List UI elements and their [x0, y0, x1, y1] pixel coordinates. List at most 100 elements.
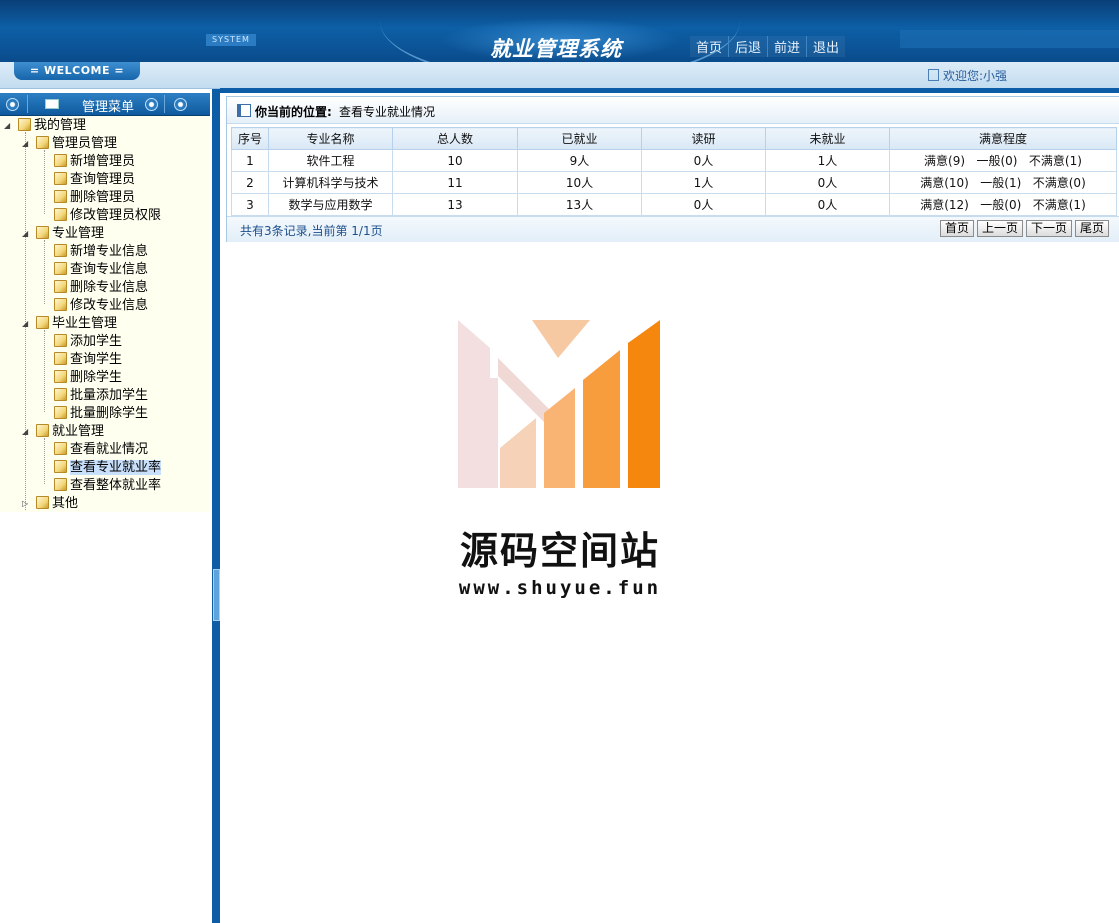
column-header: 总人数 — [392, 127, 518, 150]
table-cell: 1人 — [765, 149, 890, 172]
pager-info: 共有3条记录,当前第 1/1页 — [240, 224, 383, 238]
folder-icon — [54, 172, 67, 185]
first-page-button[interactable]: 首页 — [939, 220, 974, 237]
tree-item[interactable]: 添加学生 — [54, 333, 122, 351]
tree-item-label: 批量添加学生 — [70, 388, 149, 403]
tree-item[interactable]: 查询专业信息 — [54, 261, 148, 279]
collapse-arrow-icon[interactable]: ◢ — [22, 140, 29, 148]
column-header: 读研 — [641, 127, 766, 150]
tree-item[interactable]: 新增管理员 — [54, 153, 135, 171]
system-tag: SYSTEM — [206, 34, 256, 46]
table-row: 2 计算机科学与技术 11 10人 1人 0人 满意(10) 一般(1) 不满意(0) — [231, 171, 1117, 194]
folder-icon — [54, 352, 67, 365]
table-cell: 9人 — [517, 149, 642, 172]
expand-arrow-icon[interactable]: ▷ — [22, 500, 29, 508]
folder-icon — [54, 190, 67, 203]
pager-buttons: 首页 上一页 下一页 尾页 — [937, 220, 1109, 237]
tree-group-3[interactable]: ◢ 就业管理 — [22, 423, 104, 441]
collapse-arrow-icon[interactable]: ◢ — [22, 428, 29, 436]
tree-group-1[interactable]: ◢ 专业管理 — [22, 225, 105, 243]
tree-item-label: 删除管理员 — [70, 190, 136, 205]
folder-icon — [36, 226, 49, 239]
tree-item[interactable]: 批量删除学生 — [54, 405, 148, 423]
pager-bar: 共有3条记录,当前第 1/1页 首页 上一页 下一页 尾页 — [227, 216, 1119, 242]
last-page-button[interactable]: 尾页 — [1074, 220, 1109, 237]
tree-group-4[interactable]: ▷ 其他 — [22, 495, 78, 513]
nav-home-link[interactable]: 首页 — [690, 36, 730, 57]
document-icon — [928, 69, 939, 81]
folder-icon — [54, 280, 67, 293]
table-cell: 满意(9) 一般(0) 不满意(1) — [889, 149, 1117, 172]
tree-item-label: 修改管理员权限 — [70, 208, 162, 223]
table-row: 1 软件工程 10 9人 0人 1人 满意(9) 一般(0) 不满意(1) — [231, 149, 1117, 172]
folder-icon — [36, 496, 49, 509]
content-panel: 你当前的位置: 查看专业就业情况 序号 专业名称 总人数 已就业 读研 未就业 满意程度 1… — [226, 96, 1119, 242]
table-header-row: 序号 专业名称 总人数 已就业 读研 未就业 满意程度 — [231, 127, 1117, 150]
tree-item-label: 我的管理 — [34, 118, 87, 133]
tree-item[interactable]: 删除专业信息 — [54, 279, 148, 297]
folder-icon — [54, 370, 67, 383]
logo-bar — [532, 320, 590, 358]
prev-page-button[interactable]: 上一页 — [976, 220, 1023, 237]
welcome-badge: = WELCOME = — [14, 62, 140, 80]
tree-item[interactable]: 查看就业情况 — [54, 441, 148, 459]
tree-item[interactable]: 修改管理员权限 — [54, 207, 161, 225]
tree-item[interactable]: 新增专业信息 — [54, 243, 148, 261]
column-header: 序号 — [231, 127, 269, 150]
tree-item[interactable]: 查看整体就业率 — [54, 477, 161, 495]
table-cell: 10人 — [517, 171, 642, 194]
folder-icon — [54, 334, 67, 347]
collapse-arrow-icon[interactable]: ◢ — [22, 320, 29, 328]
breadcrumb-value: 查看专业就业情况 — [339, 105, 436, 119]
menu-separator — [27, 95, 28, 113]
table-cell: 13人 — [517, 193, 642, 216]
logo-bar — [490, 378, 498, 488]
envelope-icon — [45, 99, 59, 109]
tree-item[interactable]: 查看专业就业率 — [54, 459, 162, 477]
folder-icon — [54, 406, 67, 419]
menu-title: 管理菜单 — [82, 100, 135, 115]
collapse-arrow-icon[interactable]: ◢ — [22, 230, 29, 238]
table-icon — [237, 104, 251, 117]
table-cell: 数学与应用数学 — [268, 193, 393, 216]
tree-item-label: 新增专业信息 — [70, 244, 149, 259]
nav-forward-link[interactable]: 前进 — [768, 36, 808, 57]
menu-circle-icon — [145, 98, 158, 111]
folder-icon — [54, 154, 67, 167]
table-cell: 0人 — [641, 149, 766, 172]
breadcrumb: 你当前的位置: 查看专业就业情况 — [227, 97, 1119, 124]
next-page-button[interactable]: 下一页 — [1025, 220, 1072, 237]
tree-item-label: 查看整体就业率 — [70, 478, 162, 493]
header-nav: 首页 后退 前进 退出 — [690, 36, 846, 57]
table-cell: 软件工程 — [268, 149, 393, 172]
folder-icon — [54, 460, 67, 473]
logo-bar — [544, 388, 575, 488]
tree-item-label: 删除学生 — [70, 370, 123, 385]
tree-item[interactable]: 删除管理员 — [54, 189, 135, 207]
tree-item-label: 专业管理 — [52, 226, 105, 241]
tree-item[interactable]: 删除学生 — [54, 369, 122, 387]
tree-item-label: 新增管理员 — [70, 154, 136, 169]
tree-item[interactable]: 修改专业信息 — [54, 297, 148, 315]
folder-icon — [54, 388, 67, 401]
tree-root-my-management[interactable]: ◢ 我的管理 — [4, 117, 87, 135]
frame-divider[interactable] — [212, 89, 220, 923]
table-cell: 3 — [231, 193, 269, 216]
tree-item-label: 毕业生管理 — [52, 316, 118, 331]
table-cell: 13 — [392, 193, 518, 216]
nav-back-link[interactable]: 后退 — [729, 36, 769, 57]
breadcrumb-label: 你当前的位置: — [255, 105, 332, 119]
column-header: 专业名称 — [268, 127, 393, 150]
tree-item[interactable]: 查询学生 — [54, 351, 122, 369]
tree-item[interactable]: 批量添加学生 — [54, 387, 148, 405]
tree-group-0[interactable]: ◢ 管理员管理 — [22, 135, 117, 153]
collapse-arrow-icon[interactable]: ◢ — [4, 122, 11, 130]
nav-logout-link[interactable]: 退出 — [807, 36, 846, 57]
divider-grip-handle[interactable] — [213, 569, 220, 621]
tree-item-label: 查看专业就业率 — [70, 460, 162, 475]
tree-group-2[interactable]: ◢ 毕业生管理 — [22, 315, 118, 333]
tree-item[interactable]: 查询管理员 — [54, 171, 135, 189]
table-cell: 2 — [231, 171, 269, 194]
logo-bar — [498, 358, 550, 428]
table-cell: 计算机科学与技术 — [268, 171, 393, 194]
